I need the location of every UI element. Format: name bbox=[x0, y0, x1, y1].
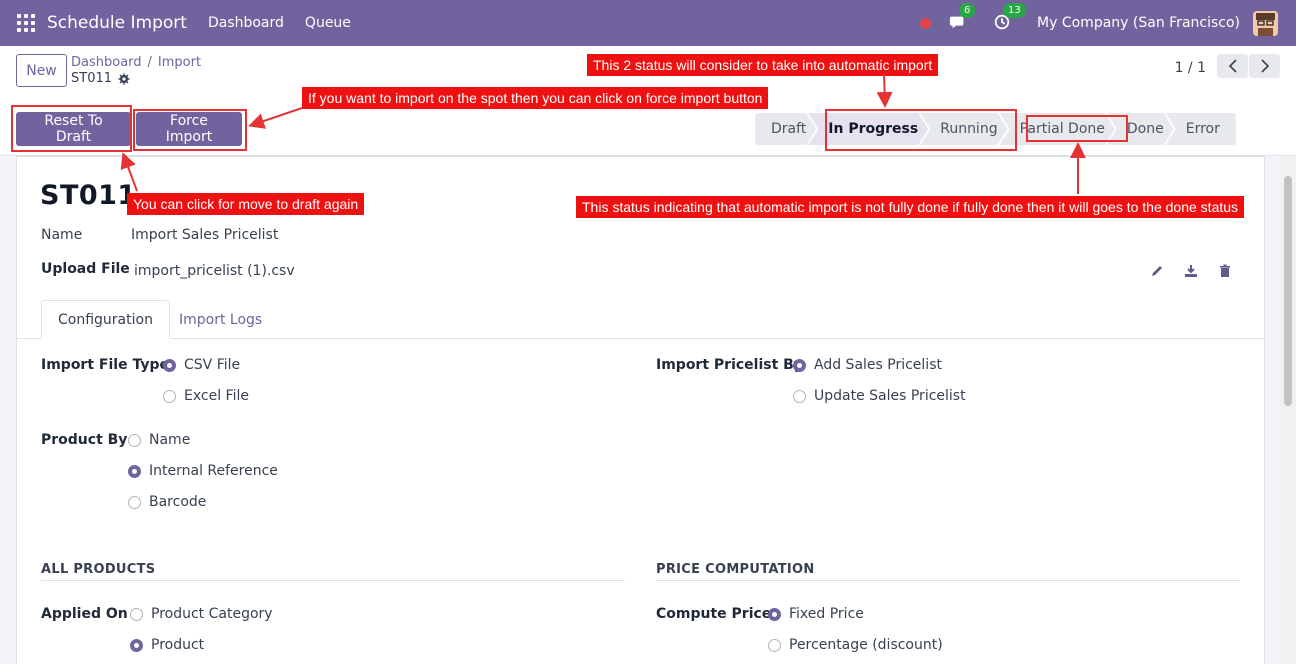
radio-dot[interactable] bbox=[128, 433, 141, 447]
radio-barcode[interactable]: Barcode bbox=[128, 494, 206, 510]
radio-dot[interactable] bbox=[768, 638, 781, 652]
messages-badge: 6 bbox=[959, 3, 976, 18]
radio-dot[interactable] bbox=[793, 389, 806, 403]
new-button[interactable]: New bbox=[16, 54, 67, 87]
radio-dot[interactable] bbox=[128, 495, 141, 509]
radio-label: Name bbox=[149, 432, 191, 448]
radio-label: Add Sales Pricelist bbox=[814, 357, 942, 373]
upload-file-name[interactable]: import_pricelist (1).csv bbox=[134, 263, 295, 279]
record-indicator-icon[interactable] bbox=[920, 17, 932, 29]
pager-previous-button[interactable] bbox=[1217, 54, 1248, 78]
radio-label: Product Category bbox=[151, 606, 273, 622]
compute-price-label: Compute Price bbox=[656, 606, 772, 622]
menu-dashboard[interactable]: Dashboard bbox=[208, 15, 284, 31]
radio-dot[interactable] bbox=[793, 358, 806, 372]
radio-label: CSV File bbox=[184, 357, 241, 373]
user-avatar[interactable] bbox=[1253, 10, 1278, 36]
import-file-type-label: Import File Type bbox=[41, 357, 169, 373]
chevron-left-icon bbox=[1228, 59, 1237, 73]
tab-import-logs[interactable]: Import Logs bbox=[163, 300, 278, 339]
radio-product-category[interactable]: Product Category bbox=[130, 606, 273, 622]
tab-configuration[interactable]: Configuration bbox=[41, 300, 170, 339]
radio-dot[interactable] bbox=[768, 607, 781, 621]
record-name: ST011 bbox=[71, 71, 130, 86]
pager-next-button[interactable] bbox=[1249, 54, 1280, 78]
radio-product[interactable]: Product bbox=[130, 637, 204, 653]
radio-dot[interactable] bbox=[163, 389, 176, 403]
top-navbar: Schedule Import Dashboard Queue 6 13 My … bbox=[0, 0, 1296, 46]
download-icon[interactable] bbox=[1184, 264, 1198, 278]
apps-grid-icon[interactable] bbox=[17, 14, 35, 32]
annotation-force-note: If you want to import on the spot then y… bbox=[302, 87, 769, 109]
radio-excel-file[interactable]: Excel File bbox=[163, 388, 249, 404]
product-by-label: Product By bbox=[41, 432, 128, 448]
stage-error[interactable]: Error bbox=[1165, 113, 1236, 145]
radio-label: Internal Reference bbox=[149, 463, 278, 479]
messages-icon[interactable]: 6 bbox=[949, 3, 976, 33]
radio-internal-reference[interactable]: Internal Reference bbox=[128, 463, 278, 479]
scrollbar[interactable] bbox=[1280, 156, 1296, 664]
menu-queue[interactable]: Queue bbox=[305, 15, 351, 31]
radio-label: Percentage (discount) bbox=[789, 637, 943, 653]
radio-fixed-price[interactable]: Fixed Price bbox=[768, 606, 864, 622]
highlight-in-progress-running bbox=[825, 109, 1017, 151]
radio-update-sales-pricelist[interactable]: Update Sales Pricelist bbox=[793, 388, 966, 404]
radio-label: Barcode bbox=[149, 494, 207, 510]
edit-pencil-icon[interactable] bbox=[1150, 264, 1164, 278]
annotation-status-note: This 2 status will consider to take into… bbox=[587, 54, 939, 76]
radio-csv-file[interactable]: CSV File bbox=[163, 357, 240, 373]
radio-label: Excel File bbox=[184, 388, 249, 404]
radio-product-name[interactable]: Name bbox=[128, 432, 190, 448]
breadcrumb: Dashboard / Import bbox=[71, 55, 202, 70]
upload-file-label: Upload File bbox=[41, 261, 130, 277]
radio-dot[interactable] bbox=[130, 638, 143, 652]
scrollbar-thumb[interactable] bbox=[1284, 176, 1292, 406]
section-divider bbox=[41, 580, 625, 581]
section-divider bbox=[656, 580, 1240, 581]
section-all-products: ALL PRODUCTS bbox=[41, 562, 156, 577]
name-field[interactable]: Import Sales Pricelist bbox=[131, 227, 278, 243]
record-name-label: ST011 bbox=[71, 71, 113, 86]
section-price-computation: PRICE COMPUTATION bbox=[656, 562, 815, 577]
record-title[interactable]: ST011 bbox=[40, 180, 137, 211]
radio-dot[interactable] bbox=[130, 607, 143, 621]
radio-dot[interactable] bbox=[128, 464, 141, 478]
radio-percentage-discount[interactable]: Percentage (discount) bbox=[768, 637, 943, 653]
radio-add-sales-pricelist[interactable]: Add Sales Pricelist bbox=[793, 357, 942, 373]
pager-value: 1 / 1 bbox=[1174, 60, 1206, 76]
chevron-right-icon bbox=[1260, 59, 1269, 73]
applied-on-label: Applied On bbox=[41, 606, 128, 622]
gear-icon[interactable] bbox=[118, 73, 130, 85]
highlight-reset-to-draft bbox=[11, 105, 132, 152]
radio-dot[interactable] bbox=[163, 358, 176, 372]
company-switcher[interactable]: My Company (San Francisco) bbox=[1037, 15, 1240, 31]
annotation-partial-note: This status indicating that automatic im… bbox=[576, 196, 1245, 218]
radio-label: Update Sales Pricelist bbox=[814, 388, 966, 404]
annotation-draft-note: You can click for move to draft again bbox=[127, 193, 365, 215]
highlight-partial-done bbox=[1026, 115, 1128, 142]
breadcrumb-import[interactable]: Import bbox=[158, 55, 201, 70]
radio-label: Product bbox=[151, 637, 205, 653]
activities-clock-icon[interactable]: 13 bbox=[993, 3, 1026, 33]
import-pricelist-by-label: Import Pricelist By bbox=[656, 357, 803, 373]
trash-icon[interactable] bbox=[1218, 264, 1232, 278]
breadcrumb-dashboard[interactable]: Dashboard bbox=[71, 55, 142, 70]
app-title[interactable]: Schedule Import bbox=[47, 13, 187, 33]
name-label: Name bbox=[41, 227, 83, 243]
highlight-force-import bbox=[133, 109, 247, 151]
radio-label: Fixed Price bbox=[789, 606, 864, 622]
stage-draft[interactable]: Draft bbox=[755, 113, 816, 145]
activities-badge: 13 bbox=[1003, 3, 1026, 18]
